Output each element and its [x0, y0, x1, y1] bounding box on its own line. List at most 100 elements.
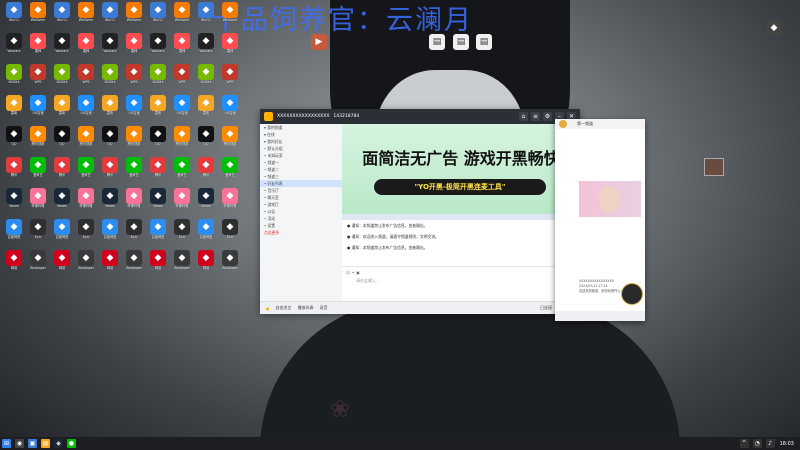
sidebar-item[interactable]: • 公告	[260, 208, 342, 215]
desktop-app-icon[interactable]: ◆ Wallpaper	[74, 250, 98, 280]
sidebar-item[interactable]: • 频道三	[260, 173, 342, 180]
desktop-app-icon[interactable]: ◆ Wallpaper	[218, 250, 242, 280]
taskbar-app-icon[interactable]: ●	[67, 439, 76, 448]
desktop-app-icon[interactable]: ◆ 腾讯	[194, 157, 218, 187]
desktop-app-icon[interactable]: ◆ Valorant	[98, 33, 122, 63]
desktop-app-icon[interactable]: ◆ WPS	[26, 64, 50, 94]
sidebar-item[interactable]: • 默认分组	[260, 145, 342, 152]
minimized-window-thumbnail[interactable]	[704, 158, 724, 176]
desktop-app-icon[interactable]: ◆ 腾讯视频	[170, 126, 194, 156]
desktop-app-icon[interactable]: ◆ 百度网盘	[194, 219, 218, 249]
desktop-app-icon[interactable]: ◆ Steam	[50, 188, 74, 218]
desktop-app-icon[interactable]: ◆ 哔哩哔哩	[74, 188, 98, 218]
desktop-app-icon[interactable]: ◆ QQ	[2, 126, 26, 156]
desktop-app-icon[interactable]: ◆ 雷神	[26, 33, 50, 63]
desktop-app-icon[interactable]: ◆ 雷电	[194, 95, 218, 125]
desktop-app-icon[interactable]: ◆ 网易	[146, 250, 170, 280]
desktop-app-icon[interactable]: ◆ 百度网盘	[2, 219, 26, 249]
desktop-app-icon[interactable]: ◆ WPS	[218, 64, 242, 94]
desktop-app-icon[interactable]: ◆ 哔哩哔哩	[218, 188, 242, 218]
tray-icon[interactable]: ^	[739, 439, 749, 448]
sidebar-item[interactable]: • 未知玩家	[260, 152, 342, 159]
desktop-app-icon[interactable]: ◆ 爱奇艺	[74, 157, 98, 187]
desktop-app-icon[interactable]: ◆ NVIDIA	[98, 64, 122, 94]
taskbar-app-icon[interactable]: ▤	[41, 439, 50, 448]
sidebar-item[interactable]: ▾ 我的频道	[260, 124, 342, 131]
desktop-app-icon[interactable]: ◆ NVIDIA	[50, 64, 74, 94]
desktop-app-icon[interactable]: ◆ Valorant	[50, 33, 74, 63]
desktop-app-icon[interactable]: ◆ 腾讯视频	[26, 126, 50, 156]
desktop-app-icon[interactable]: ◆ 雷电	[2, 95, 26, 125]
desktop-app-icon[interactable]: ◆ 雷神	[218, 33, 242, 63]
start-icon[interactable]: ⊞	[2, 439, 11, 448]
emoji-icon[interactable]: ●	[266, 306, 270, 311]
desktop-app-icon[interactable]: ◆ 爱奇艺	[122, 157, 146, 187]
desktop-app-icon[interactable]: ◆ QQ	[146, 126, 170, 156]
desktop-app-icon[interactable]: ◆ 腾讯	[2, 157, 26, 187]
desktop-app-icon[interactable]: ◆ 哔哩哔哩	[26, 188, 50, 218]
desktop-app-icon[interactable]: ◆ Wallpaper	[170, 250, 194, 280]
desktop-app-icon[interactable]: ◆ QQ	[194, 126, 218, 156]
input-toolbar[interactable]: ☺ ✂ ▣	[342, 267, 580, 278]
desktop-app-icon[interactable]: ◆ Valorant	[2, 33, 26, 63]
ad-banner[interactable]: 面简洁无广告 游戏开黑畅快 "YO开黑-极简开黑连麦工具"	[342, 124, 580, 214]
list-icon[interactable]: ≡	[531, 112, 540, 121]
desktop-app-icon[interactable]: ◆ 腾讯	[146, 157, 170, 187]
desktop-app-icon[interactable]: ◆ UU加速	[218, 95, 242, 125]
desktop-app-icon[interactable]: ◆ WeGame	[122, 2, 146, 32]
desktop-app-icon[interactable]: ◆ Steam	[2, 188, 26, 218]
desktop-app-icon[interactable]: ◆ 雷神	[170, 33, 194, 63]
desktop-app-icon[interactable]: ◆ WPS	[74, 64, 98, 94]
home-icon[interactable]	[264, 112, 273, 121]
desktop-app-icon[interactable]: ◆ Wallpaper	[26, 250, 50, 280]
sidebar-item[interactable]: • 频道二	[260, 166, 342, 173]
desktop-app-icon[interactable]: ◆	[762, 20, 786, 50]
desktop-app-icon[interactable]: ◆ UU加速	[122, 95, 146, 125]
sidebar-item[interactable]: • 聊天室	[260, 194, 342, 201]
desktop-app-icon[interactable]: ◆ 爱奇艺	[218, 157, 242, 187]
sidebar-item[interactable]: • 游戏厅	[260, 201, 342, 208]
side-window-title[interactable]: 第一频道	[555, 119, 645, 129]
sidebar-item[interactable]: • 频道一	[260, 159, 342, 166]
desktop-app-icon[interactable]: ◆ WeGame	[170, 2, 194, 32]
desktop-app-icon[interactable]: ◆ 雷电	[50, 95, 74, 125]
desktop-app-icon[interactable]: ◆ QQ	[50, 126, 74, 156]
desktop-app-icon[interactable]: ◆ 腾讯视频	[218, 126, 242, 156]
desktop-app-icon[interactable]: ◆ NVIDIA	[2, 64, 26, 94]
taskbar-app-icon[interactable]: ▣	[28, 439, 37, 448]
desktop-app-icon[interactable]: ◆ 腾讯	[98, 157, 122, 187]
desktop-app-icon[interactable]: ◆ 百度网盘	[98, 219, 122, 249]
desktop-app-icon[interactable]: ◆ 网易	[98, 250, 122, 280]
desktop-app-icon[interactable]: ◆ Win11	[98, 2, 122, 32]
sidebar-item[interactable]: ▾ 我的好友	[260, 138, 342, 145]
desktop-app-icon[interactable]: ◆ Steam	[194, 188, 218, 218]
desktop-app-icon[interactable]: ◆ 腾讯视频	[74, 126, 98, 156]
desktop-app-icon[interactable]: ◆ 雷神	[74, 33, 98, 63]
desktop-app-icon[interactable]: ◆ Win11	[194, 2, 218, 32]
desktop-app-icon[interactable]: ◆ Wallpaper	[122, 250, 146, 280]
desktop-app-icon[interactable]: ◆ Valorant	[194, 33, 218, 63]
network-icon[interactable]: ◔	[752, 439, 762, 448]
desktop-app-icon[interactable]: ◆ 腾讯视频	[122, 126, 146, 156]
message-input-area[interactable]: ☺ ✂ ▣ 请在此输入...	[342, 266, 580, 302]
sidebar-item[interactable]: • 音乐厅	[260, 187, 342, 194]
music-button[interactable]: 播放伴奏	[298, 305, 314, 311]
desktop-app-icon[interactable]: ◆ 雷电	[98, 95, 122, 125]
desktop-app-icon[interactable]: ◆ Epic	[74, 219, 98, 249]
desktop-app-icon[interactable]: ◆ 网易	[194, 250, 218, 280]
desktop-app-icon[interactable]: ▶	[307, 34, 331, 64]
desktop-app-icon[interactable]: ◆ WPS	[170, 64, 194, 94]
desktop-app-icon[interactable]: ◆ 百度网盘	[50, 219, 74, 249]
desktop-app-icon[interactable]: ◆ Steam	[146, 188, 170, 218]
desktop-app-icon[interactable]: ◆ UU加速	[74, 95, 98, 125]
desktop-app-icon[interactable]: ◆ Win11	[50, 2, 74, 32]
taskbar-app-icon[interactable]: ◈	[54, 439, 63, 448]
sidebar-item[interactable]: • 好友列表	[260, 180, 342, 187]
settings-icon[interactable]: ⚙	[543, 112, 552, 121]
desktop-app-icon[interactable]: ◆ Epic	[122, 219, 146, 249]
desktop-file-icon[interactable]: ▤	[425, 34, 449, 64]
desktop-app-icon[interactable]: ◆ 雷神	[122, 33, 146, 63]
desktop-app-icon[interactable]: ◆ QQ	[98, 126, 122, 156]
clock[interactable]: 18:03	[780, 441, 794, 447]
desktop-app-icon[interactable]: ◆ UU加速	[26, 95, 50, 125]
